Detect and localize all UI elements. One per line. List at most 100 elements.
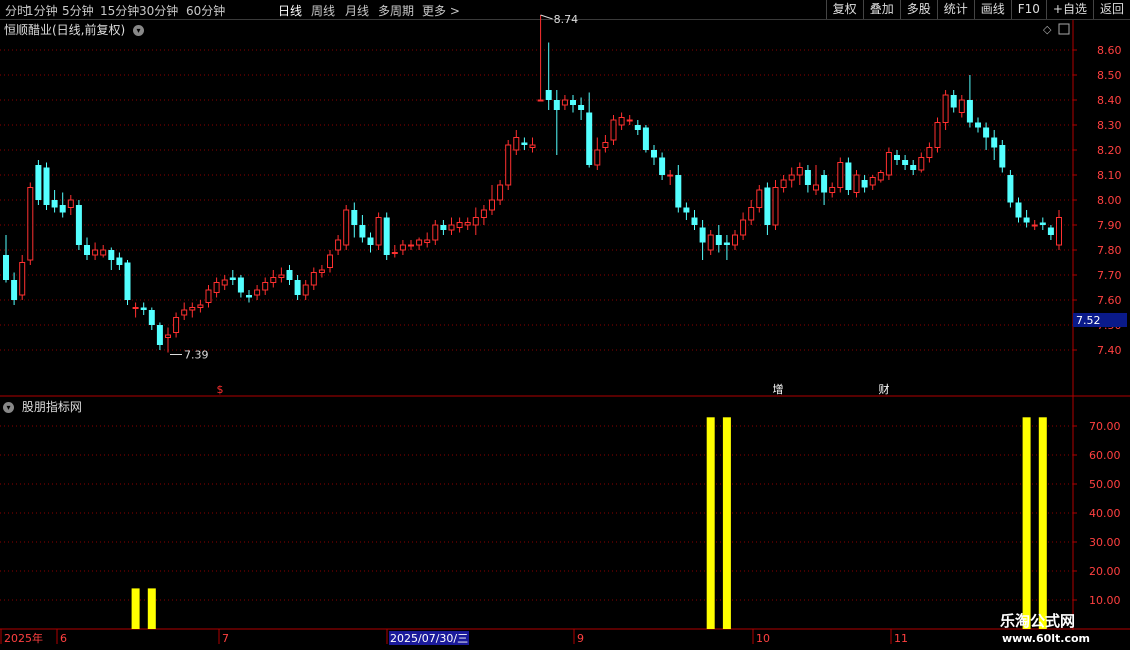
watermark-url: www.60lt.com bbox=[1002, 632, 1091, 645]
candle-body-up bbox=[667, 174, 674, 177]
indicator-tick-label: 30.00 bbox=[1089, 536, 1121, 549]
candle-body-down bbox=[983, 127, 990, 138]
candle-body-up bbox=[318, 269, 325, 273]
period-tab-5[interactable]: 60分钟 bbox=[186, 2, 225, 19]
candle-body-up bbox=[796, 167, 803, 176]
candle-body-down bbox=[59, 205, 66, 213]
candle-body-up bbox=[513, 137, 520, 151]
indicator-tick-label: 40.00 bbox=[1089, 507, 1121, 520]
candle-body-up bbox=[837, 162, 844, 188]
toolbar-button-5[interactable]: F10 bbox=[1010, 0, 1046, 19]
candle-body-up bbox=[464, 222, 471, 226]
candle-body-up bbox=[27, 187, 34, 261]
candle-body-down bbox=[894, 155, 900, 160]
candle-body-up bbox=[189, 307, 196, 311]
candle-body-up bbox=[221, 279, 228, 286]
candle-body-up bbox=[278, 274, 285, 278]
candle-body-down bbox=[764, 187, 771, 225]
candle-body-up bbox=[748, 207, 755, 221]
candle-body-up bbox=[424, 239, 431, 243]
chevron-down-icon[interactable]: ▾ bbox=[3, 402, 14, 413]
price-tick-label: 7.90 bbox=[1097, 219, 1122, 232]
period-tab-4[interactable]: 30分钟 bbox=[139, 2, 178, 19]
period-tab-6[interactable]: 日线 bbox=[278, 2, 302, 19]
candle-body-down bbox=[642, 127, 649, 150]
candle-body-up bbox=[529, 144, 536, 148]
candle-body-up bbox=[618, 117, 625, 126]
candle-body-down bbox=[683, 207, 690, 213]
candle-body-down bbox=[578, 105, 585, 110]
candle-body-up bbox=[813, 184, 819, 191]
candle-body-up bbox=[472, 217, 479, 226]
candle-body-down bbox=[351, 210, 358, 225]
candle-body-up bbox=[934, 122, 941, 148]
indicator-tick-label: 50.00 bbox=[1089, 478, 1121, 491]
candle-body-down bbox=[570, 100, 576, 105]
period-tab-9[interactable]: 多周期 bbox=[378, 2, 414, 19]
price-tick-label: 7.70 bbox=[1097, 269, 1122, 282]
price-tick-label: 7.80 bbox=[1097, 244, 1122, 257]
candle-body-up bbox=[432, 224, 439, 241]
candle-body-up bbox=[173, 317, 180, 333]
candle-body-up bbox=[918, 157, 925, 171]
candle-body-down bbox=[43, 167, 50, 205]
date-label: 2025/07/30/三 bbox=[390, 632, 468, 645]
candle-body-up bbox=[853, 174, 860, 193]
candle-body-up bbox=[626, 119, 633, 122]
candle-body-up bbox=[505, 144, 512, 186]
candle-body-up bbox=[391, 252, 398, 254]
candle-body-down bbox=[367, 237, 374, 245]
candle-body-down bbox=[140, 307, 147, 310]
chart-title-row: 恒顺醋业(日线,前复权) ▾ bbox=[4, 21, 145, 38]
date-label: 9 bbox=[577, 632, 584, 645]
candle-body-up bbox=[399, 244, 406, 251]
toolbar-button-2[interactable]: 多股 bbox=[899, 0, 937, 19]
chevron-down-icon[interactable]: ▾ bbox=[133, 25, 145, 36]
candle-body-up bbox=[958, 99, 965, 113]
candle-body-down bbox=[286, 270, 293, 280]
toolbar-button-0[interactable]: 复权 bbox=[825, 0, 863, 19]
candle-body-up bbox=[416, 239, 423, 246]
price-tick-label: 8.20 bbox=[1097, 144, 1122, 157]
candle-body-down bbox=[966, 100, 973, 123]
toolbar-button-7[interactable]: 返回 bbox=[1092, 0, 1130, 19]
indicator-tick-label: 20.00 bbox=[1089, 565, 1121, 578]
candle-body-up bbox=[829, 187, 836, 193]
period-tab-7[interactable]: 周线 bbox=[311, 2, 335, 19]
candle-body-up bbox=[213, 282, 220, 293]
indicator-bar bbox=[147, 588, 156, 629]
candle-body-up bbox=[772, 187, 779, 226]
price-tick-label: 7.60 bbox=[1097, 294, 1122, 307]
candle-body-up bbox=[756, 189, 763, 208]
toolbar-button-1[interactable]: 叠加 bbox=[862, 0, 900, 19]
candle-body-down bbox=[116, 257, 123, 265]
candle-body-down bbox=[950, 95, 957, 108]
price-tick-label: 8.50 bbox=[1097, 69, 1122, 82]
low-label: 7.39 bbox=[184, 349, 209, 362]
period-tab-2[interactable]: 5分钟 bbox=[62, 2, 94, 19]
toolbar-button-3[interactable]: 统计 bbox=[936, 0, 974, 19]
candle-body-up bbox=[869, 177, 876, 186]
indicator-tick-label: 70.00 bbox=[1089, 420, 1121, 433]
candle-body-down bbox=[845, 162, 852, 190]
indicator-title-row: ▾ 股朋指标网 bbox=[3, 398, 82, 415]
candle-body-down bbox=[383, 217, 390, 255]
candle-body-up bbox=[594, 149, 601, 166]
period-tab-3[interactable]: 15分钟 bbox=[100, 2, 139, 19]
toolbar-button-4[interactable]: 画线 bbox=[973, 0, 1011, 19]
candle-body-up bbox=[732, 234, 738, 246]
period-toolbar: 分时 1分钟 5分钟 15分钟 30分钟 60分钟 日线 周线 月线 多周期 更多 > 复权 叠加 多股… bbox=[0, 0, 1130, 20]
candle-body-up bbox=[262, 282, 269, 291]
indicator-tick-label: 10.00 bbox=[1089, 594, 1121, 607]
window-toggle-icon bbox=[1058, 23, 1070, 35]
candle-body-down bbox=[545, 90, 552, 100]
period-tab-8[interactable]: 月线 bbox=[345, 2, 369, 19]
toolbar-button-6[interactable]: +自选 bbox=[1045, 0, 1093, 19]
candle-body-up bbox=[740, 219, 747, 236]
period-tab-1[interactable]: 1分钟 bbox=[26, 2, 58, 19]
period-tab-10[interactable]: 更多 > bbox=[422, 2, 460, 19]
candle-body-down bbox=[723, 242, 730, 245]
candle-body-up bbox=[1056, 217, 1062, 246]
candle-body-down bbox=[440, 225, 447, 230]
candle-body-down bbox=[3, 255, 9, 280]
